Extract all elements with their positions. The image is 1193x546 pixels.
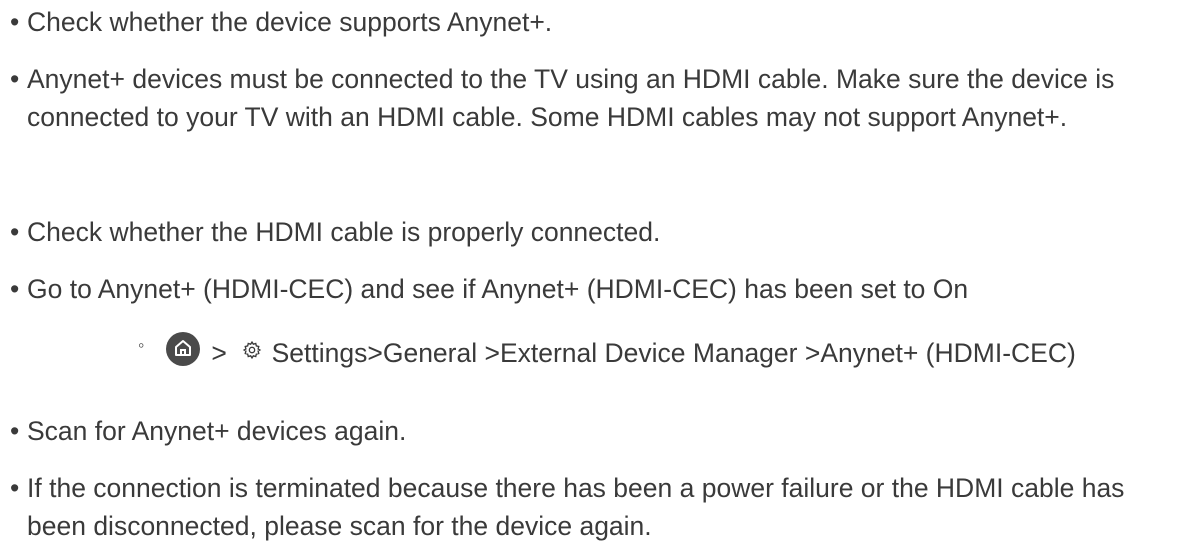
bullet: • (10, 217, 20, 247)
list-item: • Check whether the device supports Anyn… (10, 3, 1185, 41)
list-item-text: Check whether the HDMI cable is properly… (27, 217, 661, 247)
list-item-text: Check whether the device supports Anynet… (27, 7, 553, 37)
list-item: • Anynet+ devices must be connected to t… (10, 60, 1185, 136)
list-item: • Go to Anynet+ (HDMI-CEC) and see if An… (10, 270, 1185, 308)
list-item: • If the connection is terminated becaus… (10, 469, 1185, 545)
list-item: • Scan for Anynet+ devices again. (10, 412, 1185, 450)
gear-icon (243, 340, 262, 360)
bullet: • (10, 473, 20, 503)
circle-bullet: ◦ (138, 335, 145, 355)
list-item-text: Anynet+ devices must be connected to the… (27, 64, 1115, 132)
list-item-text: Go to Anynet+ (HDMI-CEC) and see if Anyn… (27, 274, 969, 304)
bullet: • (10, 7, 20, 37)
bullet: • (10, 274, 20, 304)
home-icon (166, 332, 200, 366)
list-item-text: If the connection is terminated because … (27, 473, 1125, 541)
list-item: • Check whether the HDMI cable is proper… (10, 213, 1185, 251)
settings-path: ◦ > Settings>General >External Device Ma… (138, 332, 1186, 372)
settings-path-text: Settings>General >External Device Manage… (271, 338, 1076, 368)
path-separator: > (211, 338, 227, 368)
bullet: • (10, 64, 20, 94)
list-item-text: Scan for Anynet+ devices again. (27, 416, 407, 446)
bullet: • (10, 416, 20, 446)
